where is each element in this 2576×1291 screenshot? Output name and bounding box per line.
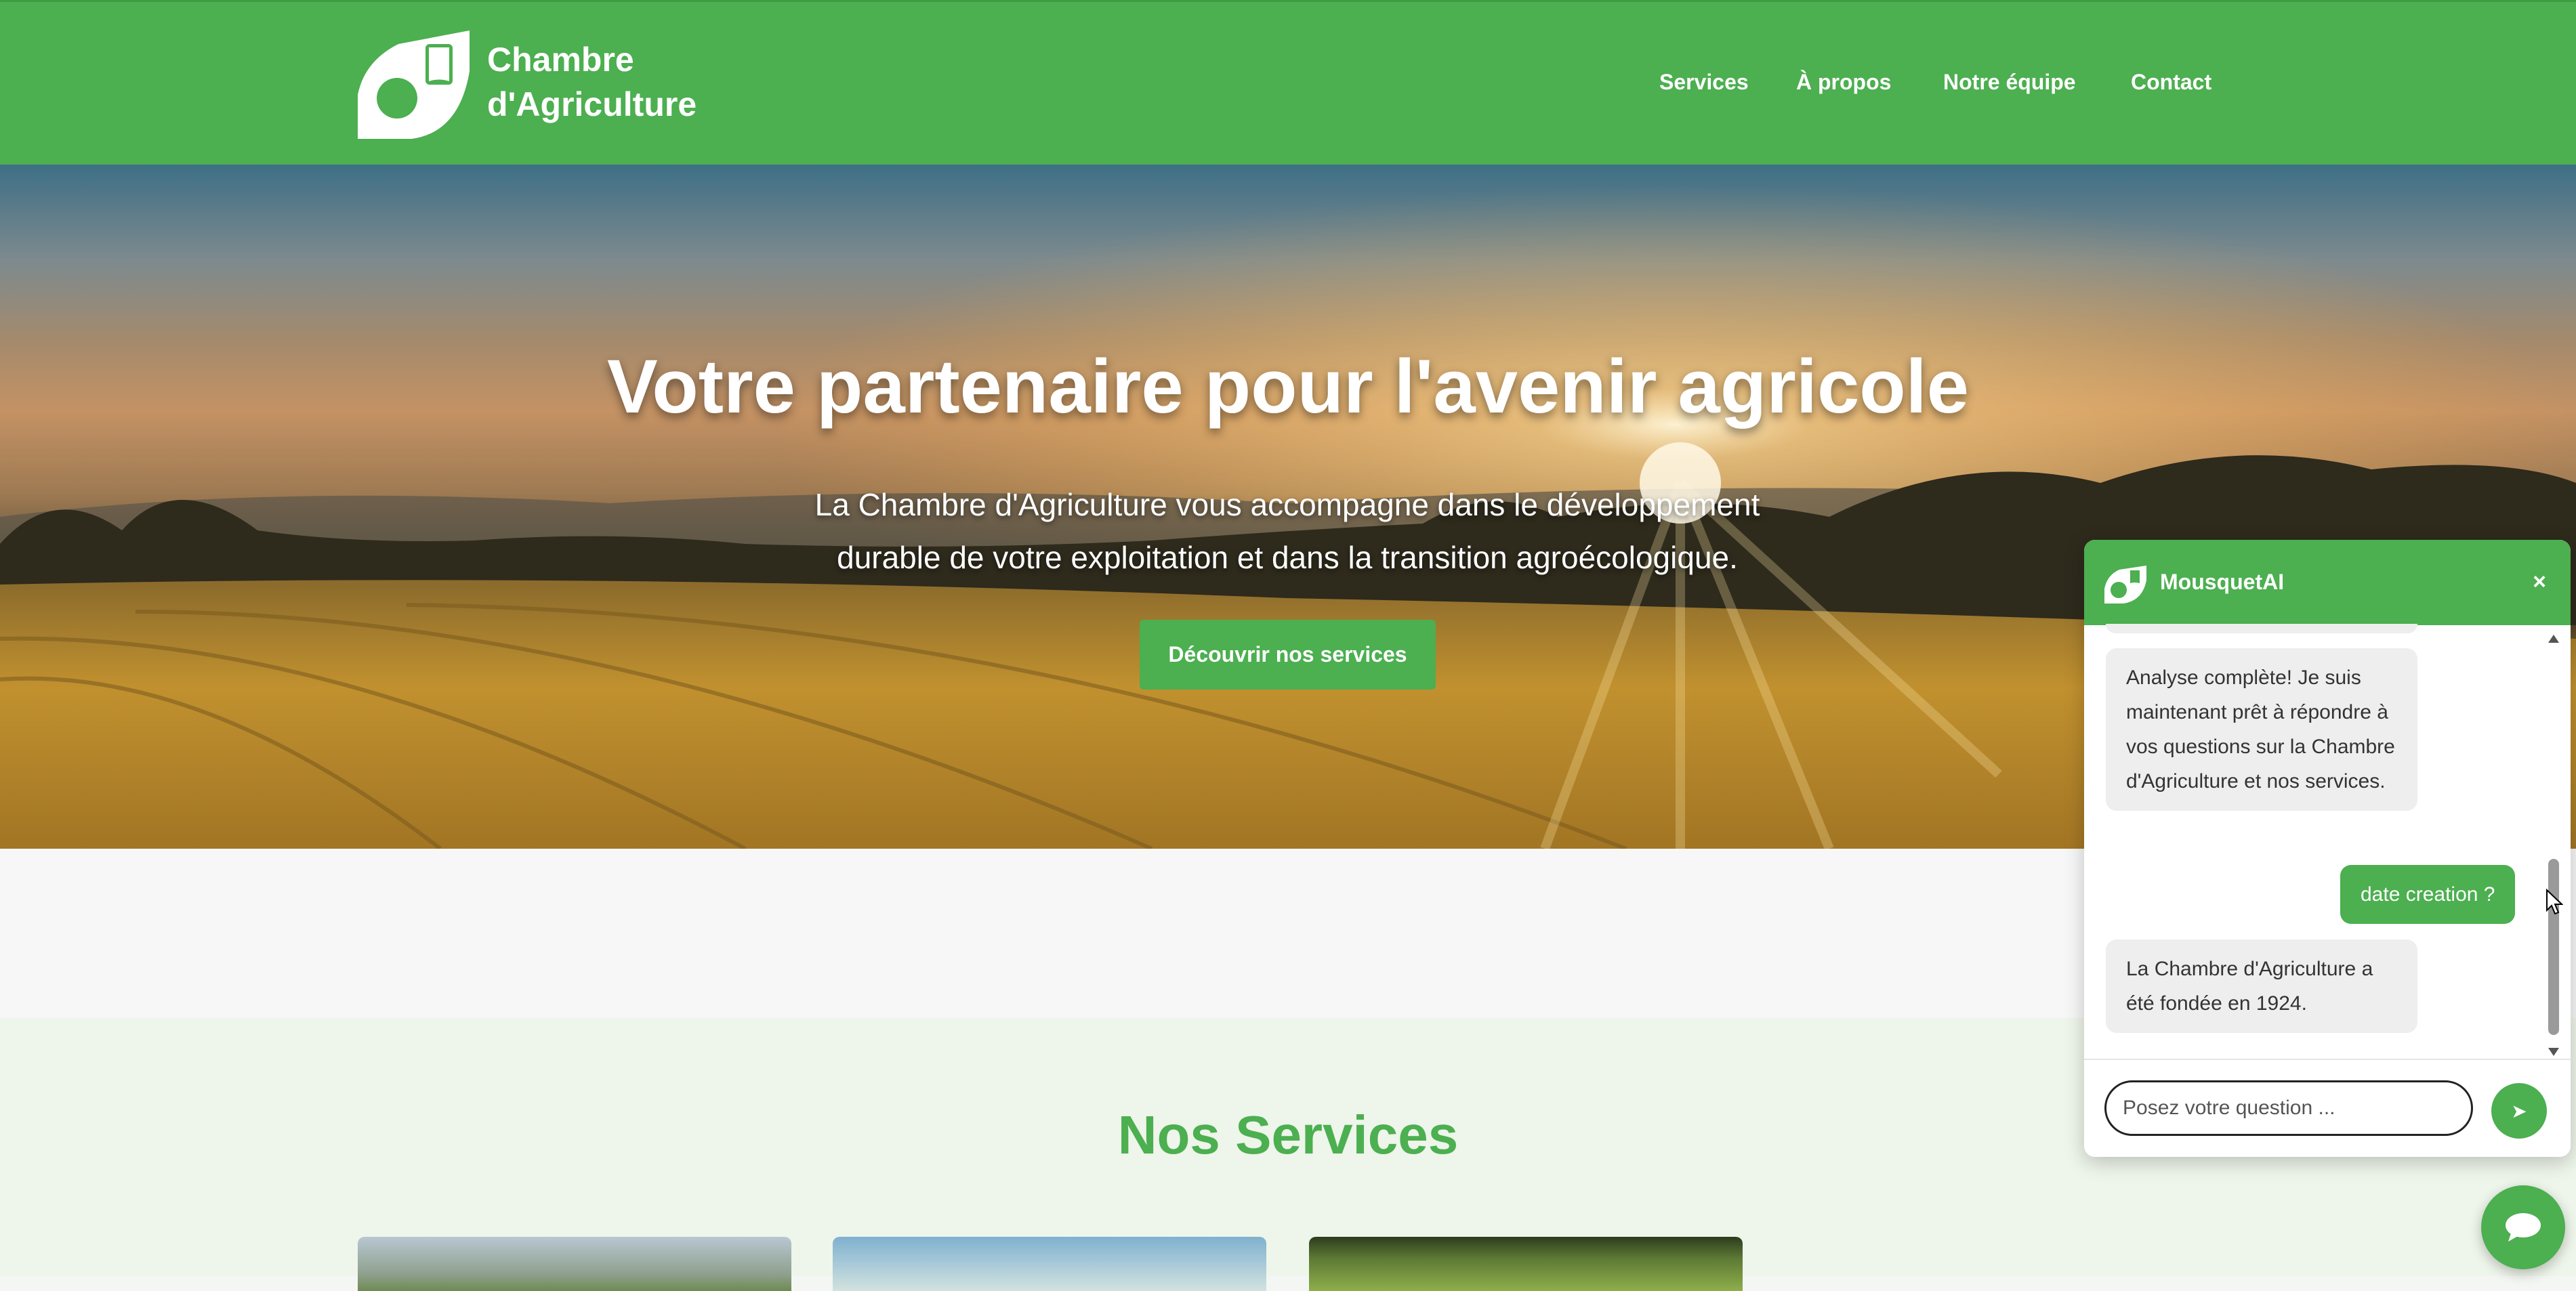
user-message: date creation ?: [2340, 865, 2516, 924]
discover-services-button[interactable]: Découvrir nos services: [1140, 620, 1436, 690]
scroll-down-arrow-icon[interactable]: [2548, 1048, 2559, 1056]
chat-header: MousquetAI ×: [2084, 540, 2571, 625]
brand-line-1: Chambre: [487, 41, 634, 79]
hero-title: Votre partenaire pour l'avenir agricole: [606, 344, 1970, 429]
chat-launcher-button[interactable]: [2481, 1185, 2565, 1269]
hero-subtitle-line-2: durable de votre exploitation et dans la…: [837, 540, 1738, 575]
logo-icon[interactable]: [358, 30, 470, 139]
scroll-thumb[interactable]: [2548, 859, 2559, 1035]
previous-message-edge: [2106, 624, 2417, 633]
chat-footer: ➤: [2084, 1059, 2571, 1157]
chat-title: MousquetAI: [2160, 570, 2285, 594]
nav-services[interactable]: Services: [1659, 70, 1749, 95]
service-card-image-1[interactable]: [358, 1237, 791, 1291]
hero-subtitle-line-1: La Chambre d'Agriculture vous accompagne…: [814, 487, 1760, 522]
chat-widget: MousquetAI × Analyse complète! Je suis m…: [2084, 540, 2571, 1157]
service-card-image-2[interactable]: [833, 1237, 1266, 1291]
close-icon[interactable]: ×: [2526, 568, 2553, 595]
service-card-image-3[interactable]: [1309, 1237, 1743, 1291]
brand-name[interactable]: Chambre d'Agriculture: [487, 37, 697, 127]
hero-subtitle: La Chambre d'Agriculture vous accompagne…: [745, 478, 1829, 584]
nav-contact[interactable]: Contact: [2131, 70, 2211, 95]
chat-bubble-icon: [2506, 1213, 2541, 1242]
bot-message: Analyse complète! Je suis maintenant prê…: [2106, 648, 2417, 811]
bot-message: La Chambre d'Agriculture a été fondée en…: [2106, 939, 2417, 1033]
brand-line-2: d'Agriculture: [487, 85, 697, 123]
nav-team[interactable]: Notre équipe: [1943, 70, 2076, 95]
scroll-up-arrow-icon[interactable]: [2548, 635, 2559, 643]
chat-question-input[interactable]: [2104, 1080, 2473, 1136]
send-icon[interactable]: ➤: [2491, 1083, 2547, 1139]
chat-scrollbar[interactable]: [2546, 632, 2561, 1059]
mouse-cursor-icon: [2546, 889, 2563, 915]
site-header: Chambre d'Agriculture Services À propos …: [0, 0, 2576, 165]
chat-messages[interactable]: Analyse complète! Je suis maintenant prê…: [2084, 624, 2571, 1059]
leaf-logo-icon: [2104, 566, 2146, 604]
nav-about[interactable]: À propos: [1796, 70, 1891, 95]
